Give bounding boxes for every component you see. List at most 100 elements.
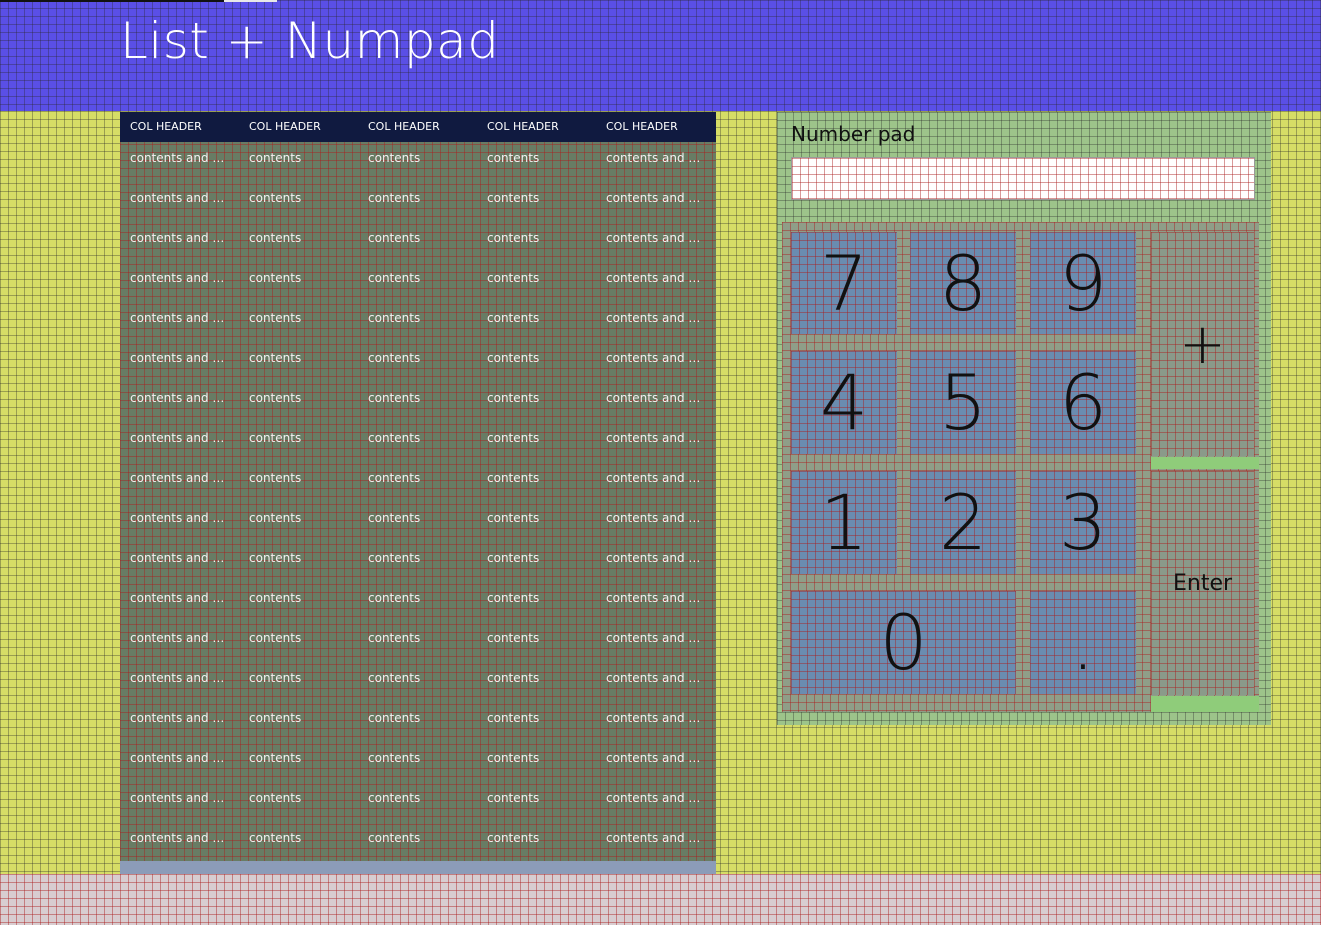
column-header[interactable]: COL HEADER — [249, 112, 321, 142]
table-cell: contents — [249, 271, 302, 285]
table-row[interactable]: contents and contents contents contents con… — [120, 548, 716, 588]
key-0[interactable]: 0 — [791, 591, 1016, 694]
table-cell: contents — [249, 471, 302, 485]
table-row[interactable]: contents and contents contents contents con… — [120, 788, 716, 828]
numpad-keys: 7 8 9 4 5 6 1 2 3 0 . + Enter — [782, 222, 1259, 712]
key-label: 4 — [819, 358, 869, 447]
table-cell: contents — [368, 751, 421, 765]
table-cell: contents — [249, 151, 302, 165]
key-5[interactable]: 5 — [910, 351, 1016, 454]
table-cell: contents and contents — [130, 151, 230, 165]
table-cell: contents — [487, 151, 540, 165]
table-cell: contents and contents — [606, 711, 706, 725]
table-cell: contents — [249, 831, 302, 845]
table-cell: contents — [368, 311, 421, 325]
numpad-panel: Number pad 7 8 9 4 5 6 1 2 3 0 . + Enter — [777, 112, 1271, 725]
table-row[interactable]: contents and contents contents contents con… — [120, 188, 716, 228]
title-bar: List + Numpad — [0, 0, 1321, 111]
table-cell: contents and contents — [130, 671, 230, 685]
key-7[interactable]: 7 — [791, 232, 897, 334]
table-row[interactable]: contents and contents contents contents con… — [120, 468, 716, 508]
table-row[interactable]: contents and contents contents contents con… — [120, 748, 716, 788]
table-row[interactable]: contents and contents contents contents con… — [120, 228, 716, 268]
key-9[interactable]: 9 — [1030, 232, 1136, 334]
table-cell: contents — [249, 351, 302, 365]
plus-button[interactable]: + — [1151, 232, 1254, 456]
table-cell: contents — [368, 391, 421, 405]
table-cell: contents — [249, 511, 302, 525]
table-row[interactable]: contents and contents contents contents con… — [120, 308, 716, 348]
table-cell: contents — [487, 471, 540, 485]
table-cell: contents — [487, 431, 540, 445]
table-cell: contents and contents — [606, 671, 706, 685]
table-cell: contents and contents — [606, 311, 706, 325]
table-cell: contents — [249, 391, 302, 405]
table-cell: contents — [368, 271, 421, 285]
table-cell: contents — [487, 551, 540, 565]
table-cell: contents — [487, 711, 540, 725]
table-cell: contents and contents — [606, 231, 706, 245]
table-cell: contents — [249, 791, 302, 805]
key-3[interactable]: 3 — [1030, 471, 1136, 574]
key-4[interactable]: 4 — [791, 351, 897, 454]
table-cell: contents — [487, 631, 540, 645]
key-label: 2 — [938, 478, 988, 567]
table-cell: contents — [249, 631, 302, 645]
table-row[interactable]: contents and contents contents contents con… — [120, 628, 716, 668]
table-cell: contents and contents — [130, 191, 230, 205]
table-cell: contents and contents — [606, 751, 706, 765]
key-2[interactable]: 2 — [910, 471, 1016, 574]
window-top-edge — [0, 0, 224, 2]
table-cell: contents — [487, 511, 540, 525]
table-row[interactable]: contents and contents contents contents con… — [120, 708, 716, 748]
key-label: 3 — [1058, 478, 1108, 567]
table-cell: contents and contents — [606, 791, 706, 805]
table-cell: contents and contents — [130, 311, 230, 325]
table-cell: contents — [249, 311, 302, 325]
table-cell: contents — [368, 431, 421, 445]
table-cell: contents and contents — [606, 831, 706, 845]
key-8[interactable]: 8 — [910, 232, 1016, 334]
key-label: 8 — [938, 238, 988, 328]
table-cell: contents and contents — [130, 271, 230, 285]
column-header[interactable]: COL HEADER — [487, 112, 559, 142]
table-cell: contents — [487, 391, 540, 405]
column-header[interactable]: COL HEADER — [130, 112, 202, 142]
table-cell: contents and contents — [130, 391, 230, 405]
key-label: 6 — [1058, 358, 1108, 447]
table-row[interactable]: contents and contents contents contents con… — [120, 148, 716, 188]
table-row[interactable]: contents and contents contents contents con… — [120, 348, 716, 388]
table-row[interactable]: contents and contents contents contents con… — [120, 668, 716, 708]
table-cell: contents — [368, 591, 421, 605]
enter-label: Enter — [1172, 570, 1233, 596]
enter-button[interactable]: Enter — [1151, 471, 1254, 695]
key-label: 7 — [819, 238, 869, 328]
table-cell: contents — [249, 711, 302, 725]
key-6[interactable]: 6 — [1030, 351, 1136, 454]
key-decimal[interactable]: . — [1030, 591, 1136, 694]
table-cell: contents and contents — [130, 591, 230, 605]
table-cell: contents — [487, 831, 540, 845]
table-cell: contents — [487, 351, 540, 365]
table-row[interactable]: contents and contents contents contents con… — [120, 428, 716, 468]
table-cell: contents — [249, 671, 302, 685]
table-cell: contents — [487, 591, 540, 605]
table-row[interactable]: contents and contents contents contents con… — [120, 388, 716, 428]
table-cell: contents and contents — [130, 231, 230, 245]
table-cell: contents — [368, 471, 421, 485]
column-header[interactable]: COL HEADER — [368, 112, 440, 142]
table-row[interactable]: contents and contents contents contents con… — [120, 268, 716, 308]
table-row[interactable]: contents and contents contents contents con… — [120, 588, 716, 628]
key-label: 0 — [879, 598, 928, 687]
table-cell: contents and contents — [606, 631, 706, 645]
grid-horizontal-scrollbar[interactable] — [120, 861, 716, 874]
table-cell: contents and contents — [606, 591, 706, 605]
key-1[interactable]: 1 — [791, 471, 897, 574]
table-cell: contents and contents — [130, 711, 230, 725]
table-cell: contents — [487, 271, 540, 285]
column-header[interactable]: COL HEADER — [606, 112, 678, 142]
table-cell: contents — [249, 231, 302, 245]
data-grid[interactable]: COL HEADER COL HEADER COL HEADER COL HEA… — [120, 112, 716, 874]
table-row[interactable]: contents and contents contents contents con… — [120, 508, 716, 548]
number-input[interactable] — [791, 157, 1255, 200]
